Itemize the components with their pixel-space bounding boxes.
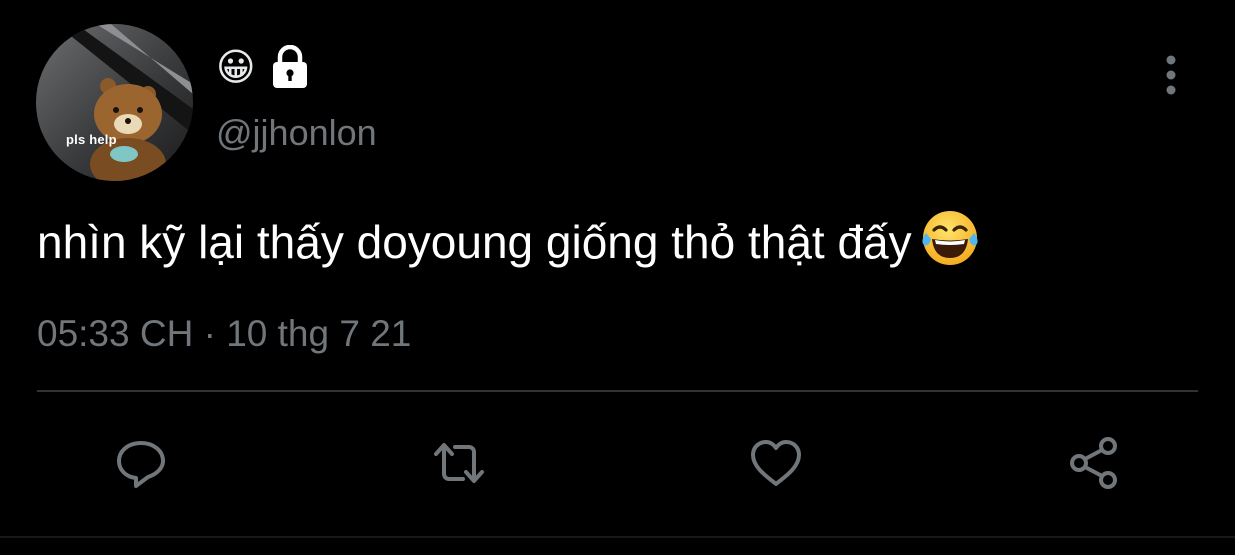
- more-vertical-icon: [1166, 55, 1176, 95]
- tweet-text: nhìn kỹ lại thấy doyoung giống thỏ thật …: [37, 208, 980, 274]
- heart-icon: [751, 440, 801, 486]
- retweet-icon: [434, 443, 484, 483]
- author-display-name[interactable]: 😀: [216, 42, 256, 92]
- lock-icon: [270, 44, 310, 89]
- avatar[interactable]: pls help: [36, 24, 193, 181]
- laughing-tears-emoji-icon: [920, 208, 980, 268]
- bottom-divider: [0, 536, 1235, 538]
- author-name-row: 😀: [216, 42, 310, 92]
- tweet-text-body: nhìn kỹ lại thấy doyoung giống thỏ thật …: [37, 216, 912, 268]
- bear-plush-avatar-icon: [36, 24, 193, 181]
- like-button[interactable]: [743, 430, 809, 496]
- more-options-button[interactable]: [1156, 52, 1186, 98]
- divider: [37, 390, 1198, 392]
- retweet-button[interactable]: [426, 430, 492, 496]
- tweet-timestamp[interactable]: 05:33 CH · 10 thg 7 21: [37, 310, 411, 358]
- share-button[interactable]: [1061, 430, 1127, 496]
- author-handle[interactable]: @jjhonlon: [216, 110, 377, 156]
- reply-button[interactable]: [108, 430, 174, 496]
- reply-icon: [117, 441, 165, 488]
- avatar-caption: pls help: [66, 132, 117, 147]
- share-icon: [1070, 437, 1117, 489]
